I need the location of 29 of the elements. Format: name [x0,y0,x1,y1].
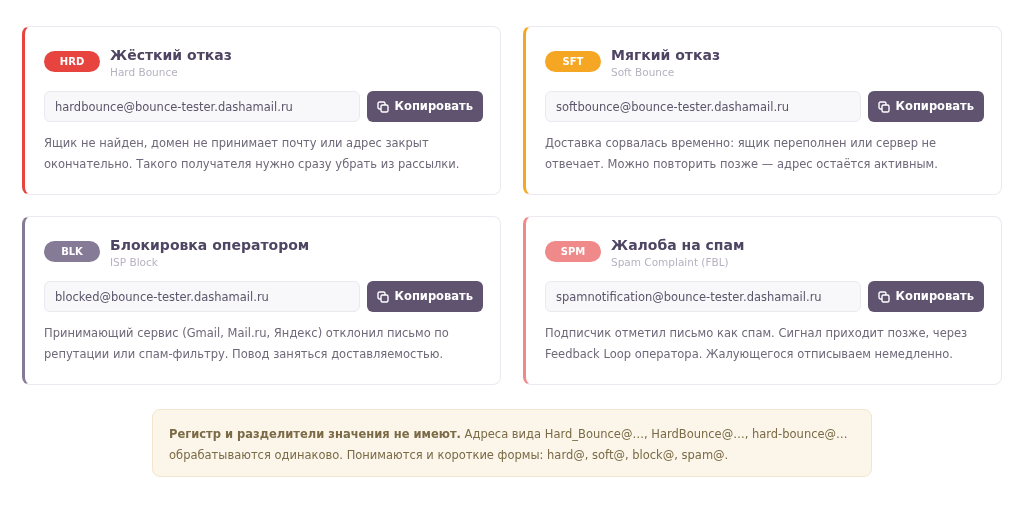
type-badge: SFT [545,51,601,72]
card-subtitle: ISP Block [110,255,159,269]
copy-button[interactable]: Копировать [366,281,483,312]
type-badge: BLK [44,241,100,262]
card-description: Ящик не найден, домен не принимает почту или адрес закрыт окончательно. Такого получателя нужно сразу убрать из рассылки. [44,135,461,173]
copy-icon [376,100,389,113]
address-field[interactable]: softbounce@bounce-tester.dashamail.ru [545,91,861,122]
card-title: Мягкий отказ [611,46,721,65]
copy-button[interactable]: Копировать [867,281,984,312]
card-description: Подписчик отметил письмо как спам. Сигнал приходит позже, через Feedback Loop оператора. Жалующегося отписываем немедленно. [545,325,969,363]
card-description: Доставка сорвалась временно: ящик переполнен или сервер не отвечает. Можно повторить позже — адрес остаётся активным. [545,135,939,173]
card-description: Принимающий сервис (Gmail, Mail.ru, Яндекс) отклонил письмо по репутации или спам-фильтру. Повод заняться доставляемостью. [44,325,450,363]
card-subtitle: Soft Bounce [611,65,676,79]
address-field[interactable]: spamnotification@bounce-tester.dashamail.ru [545,281,861,312]
copy-button[interactable]: Копировать [867,91,984,122]
copy-icon [877,100,890,113]
address-field[interactable]: blocked@bounce-tester.dashamail.ru [44,281,360,312]
copy-icon [877,290,890,303]
card-subtitle: Spam Complaint (FBL) [611,255,730,269]
card-subtitle: Hard Bounce [110,65,179,79]
card-title: Жалоба на спам [611,236,745,255]
note-text: Регистр и разделители значения не имеют. Адреса вида Hard_Bounce@…, HardBounce@…, hard-bounce@… обрабатываются одинаково. Понимаются и короткие формы: hard@, soft@, block@, spam@. [152,409,872,477]
copy-button[interactable]: Копировать [366,91,483,122]
address-field[interactable]: hardbounce@bounce-tester.dashamail.ru [44,91,360,122]
type-badge: HRD [44,51,100,72]
card-title: Блокировка оператором [110,236,310,255]
type-badge: SPM [545,241,601,262]
card-title: Жёсткий отказ [110,46,232,65]
copy-icon [376,290,389,303]
